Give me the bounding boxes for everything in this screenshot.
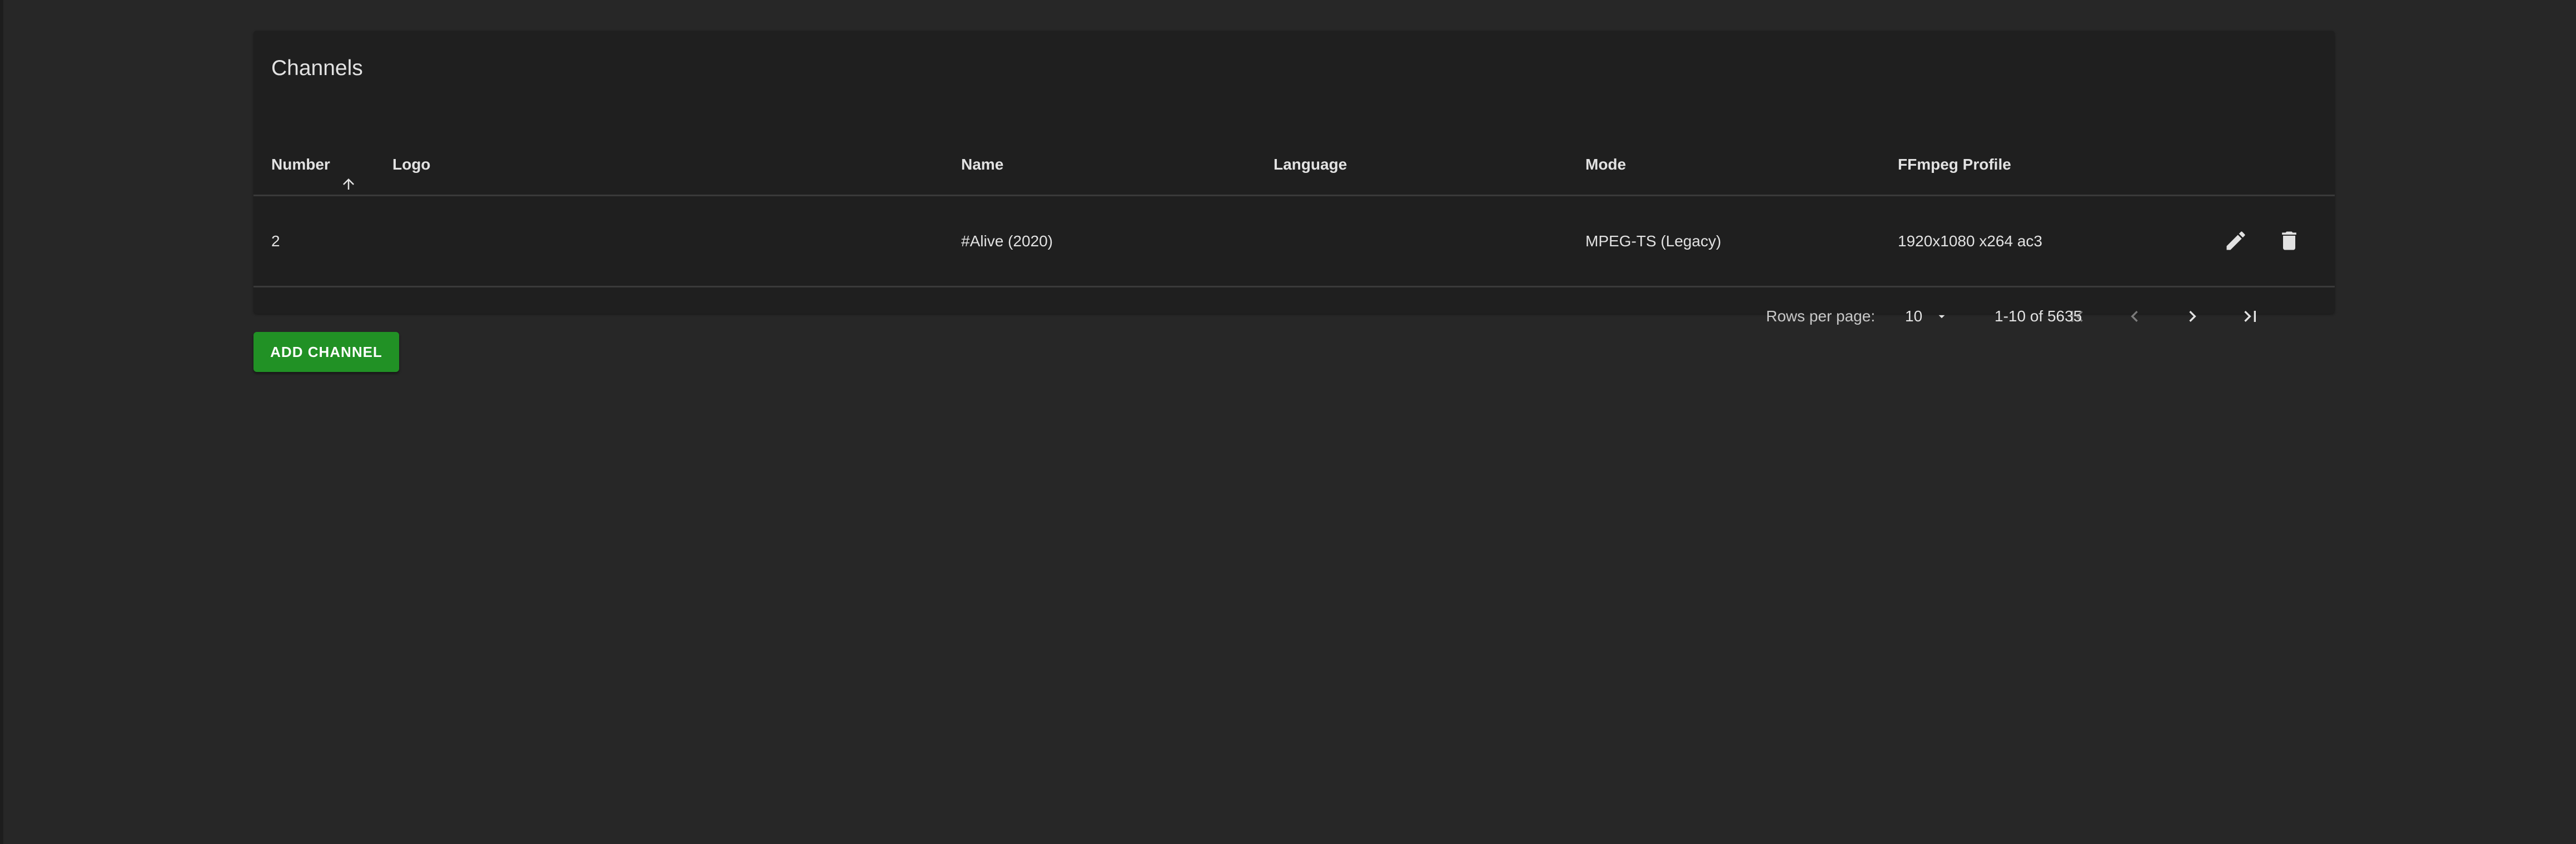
rows-per-page-value: 10 bbox=[1905, 307, 1923, 325]
rows-per-page-label: Rows per page: bbox=[1766, 307, 1876, 325]
cell-mode: MPEG-TS (Legacy) bbox=[1585, 232, 1722, 250]
column-header-name[interactable]: Name bbox=[961, 133, 1003, 196]
channels-card: Channels Number Logo Name Language Mode … bbox=[253, 31, 2335, 325]
delete-icon[interactable] bbox=[2275, 227, 2303, 255]
cell-name: #Alive (2020) bbox=[961, 232, 1053, 250]
cell-number: 2 bbox=[271, 232, 280, 250]
caret-down-icon bbox=[1935, 309, 1949, 324]
column-header-logo[interactable]: Logo bbox=[392, 133, 430, 196]
column-header-mode[interactable]: Mode bbox=[1585, 133, 1626, 196]
column-header-ffmpeg-profile[interactable]: FFmpeg Profile bbox=[1898, 133, 2011, 196]
rows-per-page-select[interactable]: 10 bbox=[1905, 287, 1949, 345]
column-header-number[interactable]: Number bbox=[271, 133, 357, 196]
add-channel-button[interactable]: ADD CHANNEL bbox=[253, 332, 399, 372]
previous-page-icon[interactable] bbox=[2121, 302, 2149, 330]
first-page-icon[interactable] bbox=[2063, 302, 2091, 330]
left-edge bbox=[0, 0, 3, 844]
edit-icon[interactable] bbox=[2222, 227, 2250, 255]
table-header: Number Logo Name Language Mode FFmpeg Pr… bbox=[253, 133, 2335, 196]
last-page-icon[interactable] bbox=[2236, 302, 2264, 330]
table-pagination: Rows per page: 10 1-10 of 5635 bbox=[253, 287, 2335, 325]
column-header-language[interactable]: Language bbox=[1274, 133, 1347, 196]
arrow-up-icon bbox=[340, 156, 357, 190]
page-title: Channels bbox=[271, 56, 363, 80]
cell-ffmpeg-profile: 1920x1080 x264 ac3 bbox=[1898, 232, 2042, 250]
table-row[interactable]: 2 #Alive (2020) MPEG-TS (Legacy) 1920x10… bbox=[253, 196, 2335, 287]
next-page-icon[interactable] bbox=[2179, 302, 2206, 330]
column-header-number-label: Number bbox=[271, 156, 330, 173]
